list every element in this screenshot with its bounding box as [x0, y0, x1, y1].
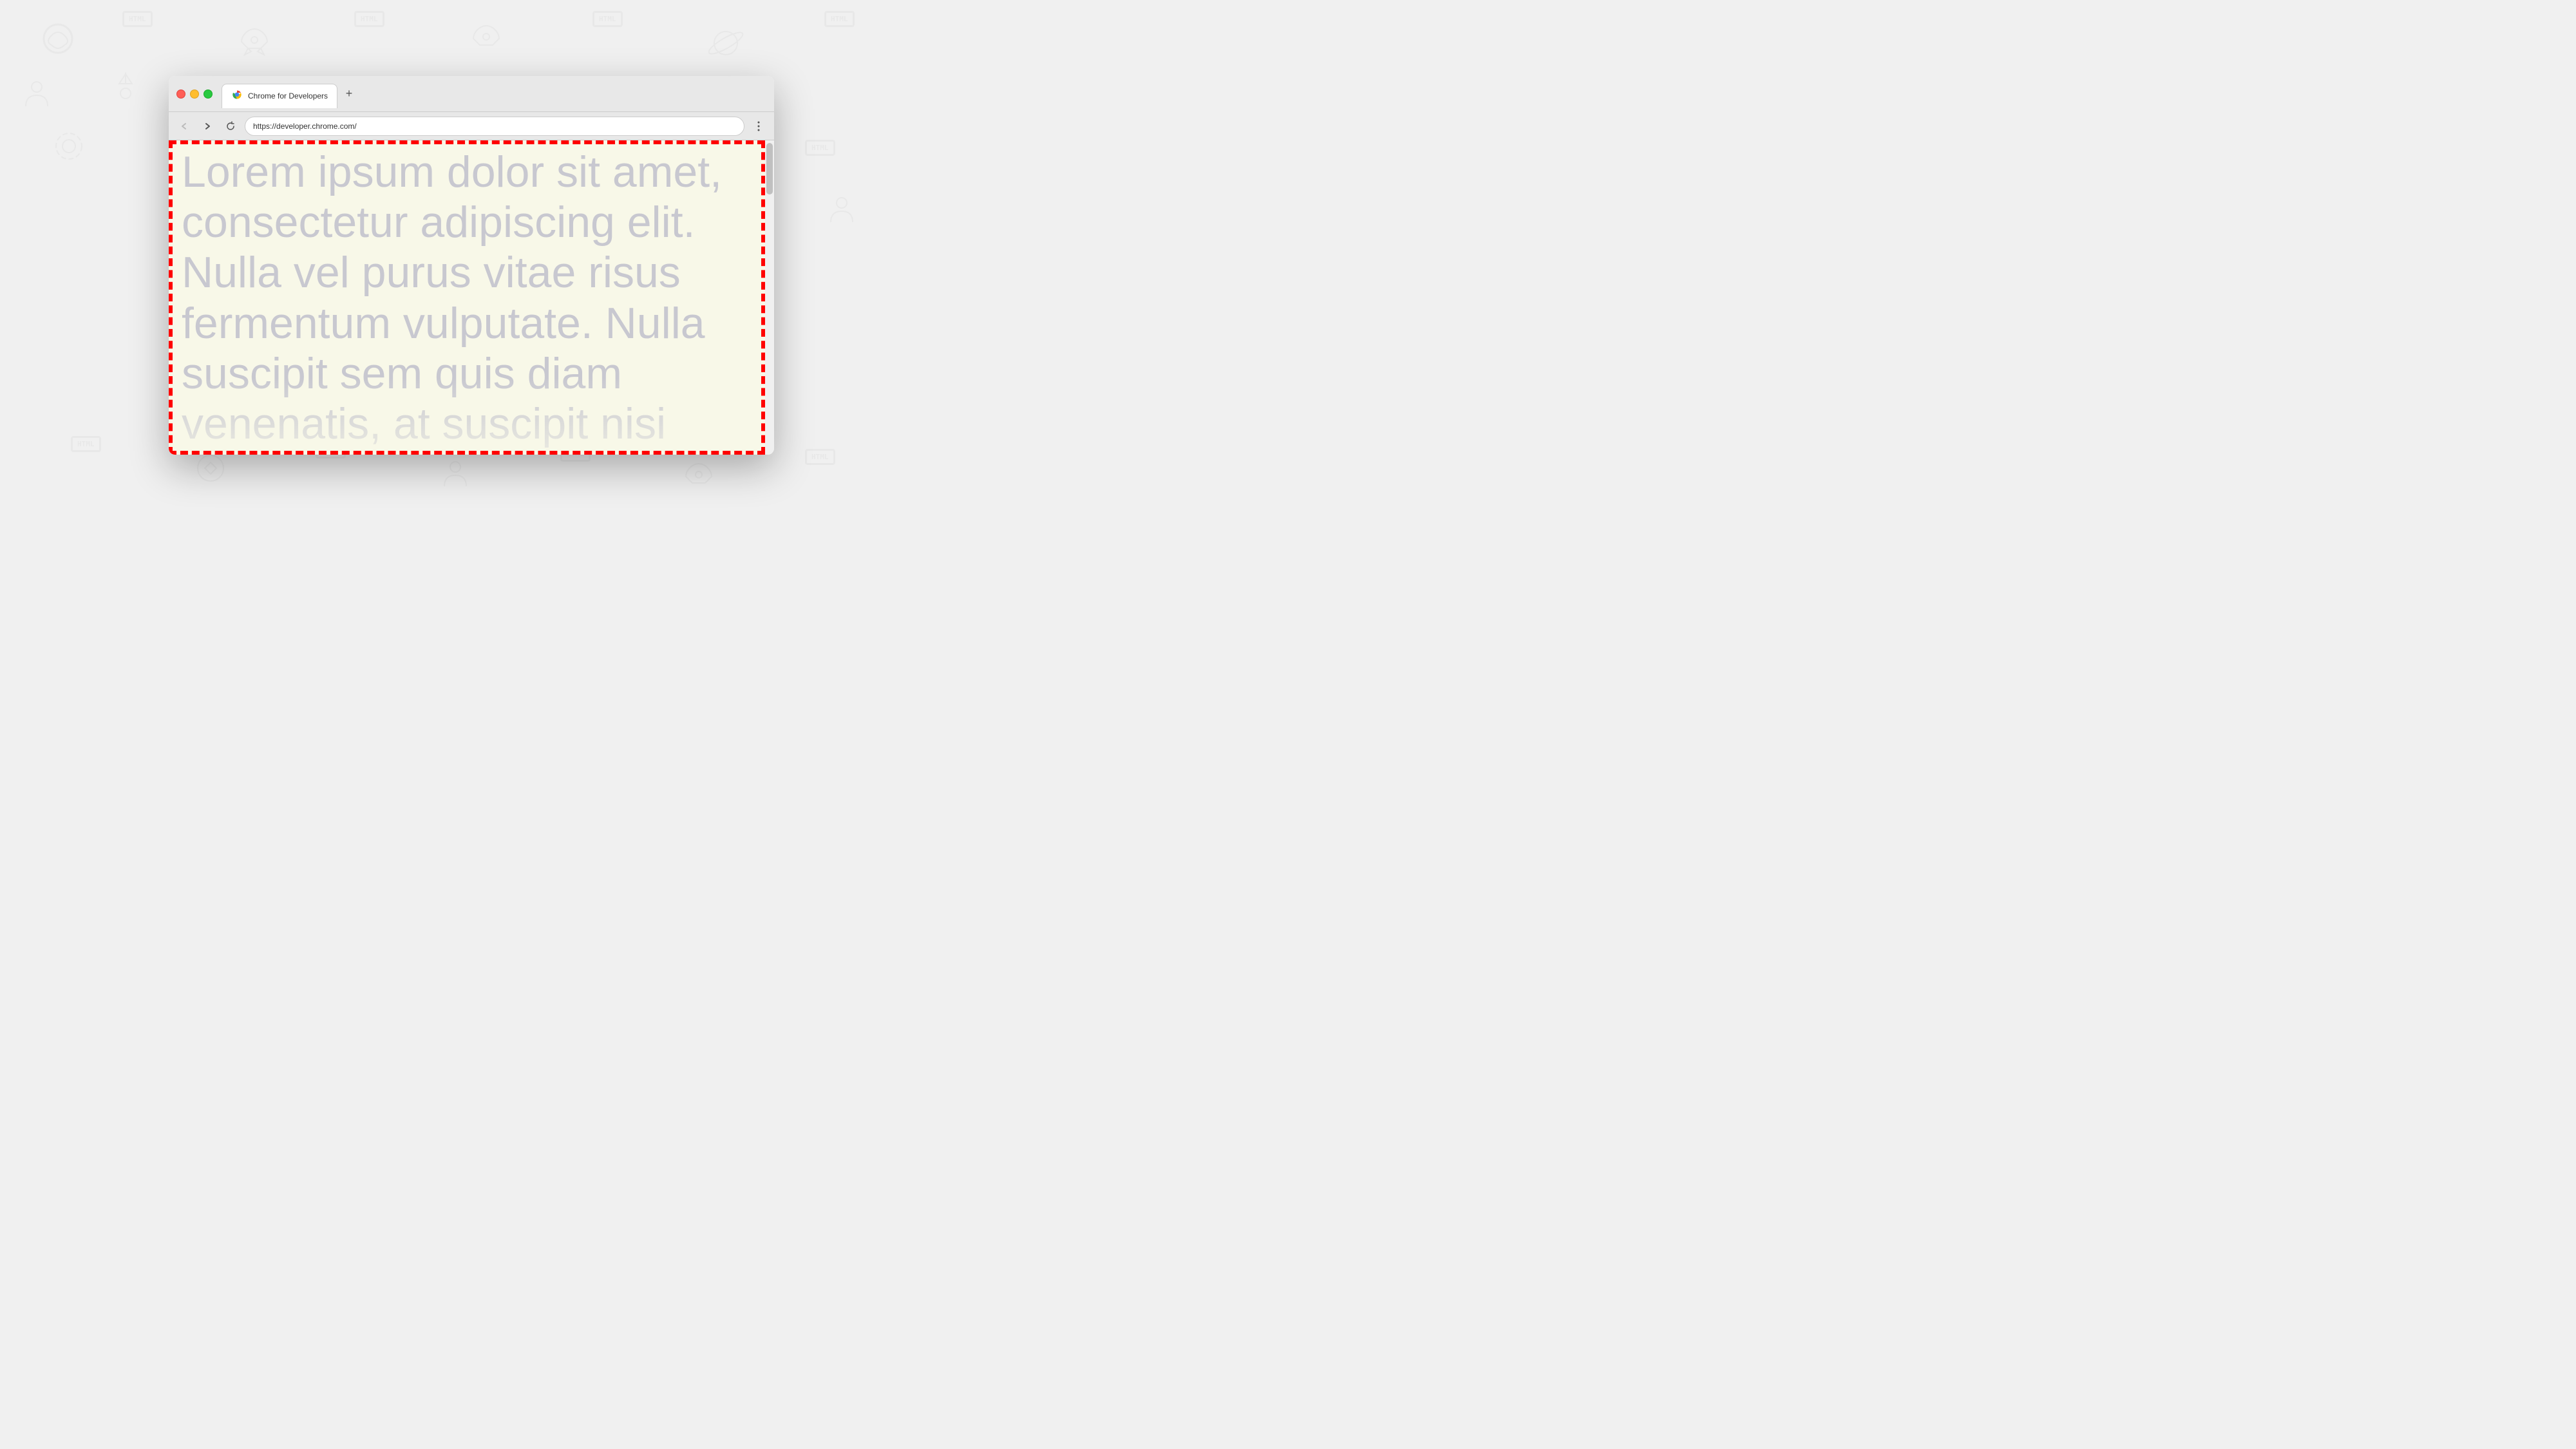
browser-menu-button[interactable] — [750, 117, 768, 135]
pattern-recycle — [109, 71, 142, 106]
maximize-button[interactable] — [204, 90, 213, 99]
title-bar: Chrome for Developers + — [169, 76, 774, 112]
url-text: https://developer.chrome.com/ — [253, 122, 736, 131]
pattern-html-bottom: HTML — [71, 438, 101, 450]
pattern-person-2 — [824, 193, 860, 232]
pattern-icon — [39, 19, 77, 61]
tab-title: Chrome for Developers — [248, 91, 328, 100]
pattern-html-4: HTML — [824, 13, 855, 24]
close-button[interactable] — [176, 90, 185, 99]
pattern-rocket-bottom — [683, 460, 715, 496]
scrollbar-track[interactable] — [765, 140, 774, 455]
back-button[interactable] — [175, 117, 193, 135]
new-tab-button[interactable]: + — [340, 85, 358, 103]
pattern-planet — [708, 26, 744, 64]
pattern-gear — [52, 129, 87, 167]
pattern-html-badge: HTML — [122, 13, 153, 24]
viewport-fade — [169, 377, 765, 455]
tab-favicon — [231, 89, 243, 104]
tab-area: Chrome for Developers + — [222, 76, 766, 111]
nav-bar: https://developer.chrome.com/ — [169, 112, 774, 140]
pattern-html-6: HTML — [805, 142, 835, 153]
pattern-person-bottom — [438, 457, 473, 496]
scrollbar-thumb[interactable] — [766, 143, 773, 194]
pattern-rocket-2 — [470, 23, 502, 58]
pattern-person — [19, 77, 55, 116]
minimize-button[interactable] — [190, 90, 199, 99]
active-tab[interactable]: Chrome for Developers — [222, 84, 337, 108]
pattern-html-bottom-4: HTML — [805, 451, 835, 462]
pattern-html-2: HTML — [354, 13, 384, 24]
pattern-html-3: HTML — [592, 13, 623, 24]
browser-window: Chrome for Developers + https://develope… — [169, 76, 774, 455]
viewport: Lorem ipsum dolor sit amet, consectetur … — [169, 140, 774, 455]
forward-button[interactable] — [198, 117, 216, 135]
refresh-button[interactable] — [222, 117, 240, 135]
address-bar[interactable]: https://developer.chrome.com/ — [245, 117, 744, 136]
pattern-recycle-bottom — [193, 451, 229, 489]
pattern-rocket — [238, 26, 270, 61]
traffic-lights — [176, 90, 213, 99]
